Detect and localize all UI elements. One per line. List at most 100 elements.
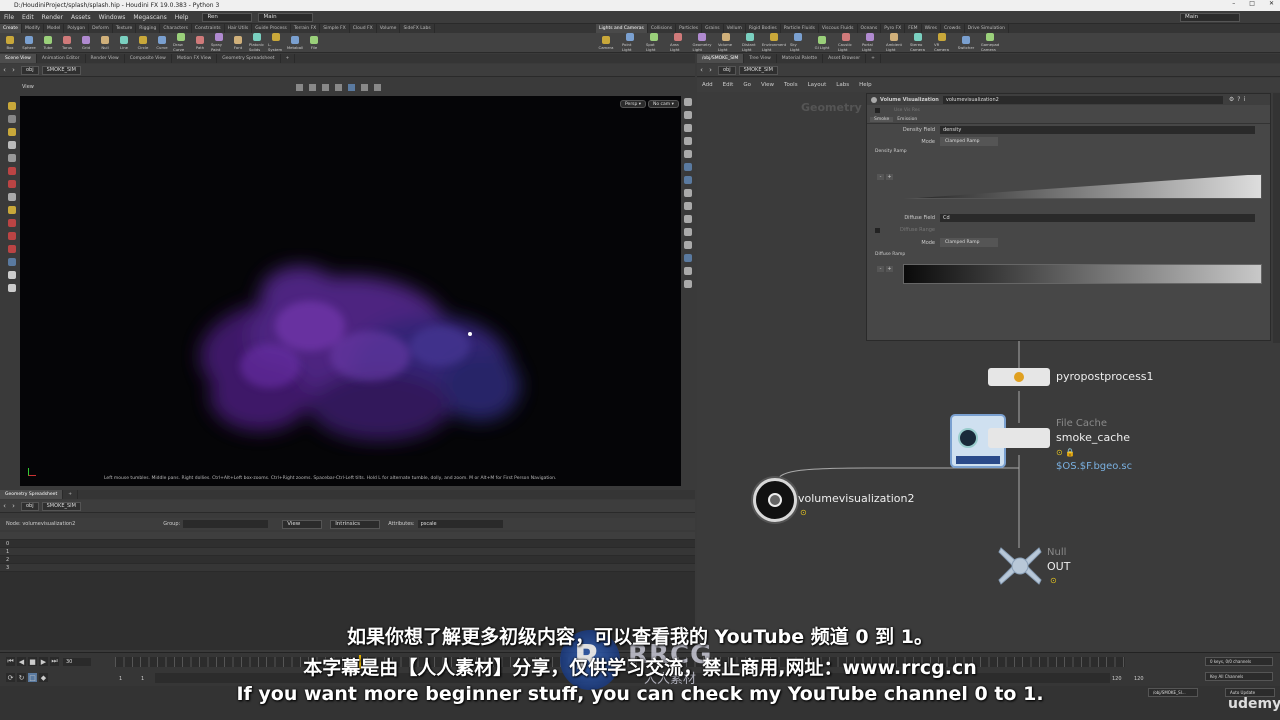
persp-menu[interactable]: Persp ▾: [620, 100, 647, 108]
record-icon[interactable]: [8, 167, 16, 175]
tab-asset-browser[interactable]: Asset Browser: [823, 54, 867, 63]
camera-menu[interactable]: No cam ▾: [648, 100, 679, 108]
tool-platonic-solids[interactable]: Platonic Solids: [249, 33, 265, 52]
shelf-tab-volume[interactable]: Volume: [377, 24, 401, 33]
desktop-select[interactable]: Ren: [202, 12, 253, 22]
view-tool-icon[interactable]: [348, 83, 355, 91]
move-icon[interactable]: [8, 115, 16, 123]
close-button[interactable]: ✕: [1269, 0, 1274, 7]
tool-file[interactable]: File: [306, 35, 322, 50]
menu-windows[interactable]: Windows: [95, 14, 130, 21]
tool-gi-light[interactable]: GI Light: [814, 35, 830, 50]
net-menu-labs[interactable]: Labs: [831, 82, 854, 88]
net-menu-view[interactable]: View: [756, 82, 779, 88]
shelf-tab-modify[interactable]: Modify: [22, 24, 44, 33]
flag-icon[interactable]: ⊙ 🔒: [1056, 448, 1075, 457]
tool-metaball[interactable]: Metaball: [287, 35, 303, 50]
node-pyropostprocess[interactable]: [988, 368, 1050, 386]
tool-path[interactable]: Path: [192, 35, 208, 50]
minimize-button[interactable]: –: [1232, 0, 1235, 7]
primitive-numbers-icon[interactable]: [684, 215, 692, 223]
ghost-icon[interactable]: [684, 163, 692, 171]
tool-portal-light[interactable]: Portal Light: [862, 33, 878, 52]
help-icon[interactable]: ?: [1237, 96, 1240, 103]
tool-tube[interactable]: Tube: [40, 35, 56, 50]
right-desktop-select[interactable]: Main: [1180, 12, 1240, 22]
tool-draw-curve[interactable]: Draw Curve: [173, 33, 189, 52]
add-tab-button-lower[interactable]: +: [63, 490, 78, 499]
bounding-box-icon[interactable]: [684, 280, 692, 288]
tab-render-view[interactable]: Render View: [86, 54, 125, 63]
net-menu-edit[interactable]: Edit: [718, 82, 739, 88]
density-ramp-widget[interactable]: [903, 174, 1262, 199]
ramp2-add-button[interactable]: +: [886, 266, 893, 272]
net-menu-tools[interactable]: Tools: [779, 82, 803, 88]
display-flag-icon[interactable]: ⊙: [800, 508, 807, 517]
eye-icon[interactable]: [8, 271, 16, 279]
brush-icon[interactable]: [8, 193, 16, 201]
tab-material-palette[interactable]: Material Palette: [777, 54, 824, 63]
tab-network[interactable]: /obj/SMOKE_SIM: [697, 54, 745, 63]
select-icon[interactable]: [8, 102, 16, 110]
tool-environment-light[interactable]: Environment Light: [762, 33, 786, 52]
spreadsheet-path-node[interactable]: SMOKE_SIM: [41, 501, 81, 511]
tool-sphere[interactable]: Sphere: [21, 35, 37, 50]
tool-spray-paint[interactable]: Spray Paint: [211, 33, 227, 52]
back-arrow-icon-lower[interactable]: ‹: [0, 502, 9, 511]
display-icon[interactable]: [8, 284, 16, 292]
table-row[interactable]: 1: [0, 548, 695, 556]
scale-tool-icon[interactable]: [335, 83, 342, 91]
path-root[interactable]: obj: [21, 65, 39, 75]
point-numbers-icon[interactable]: [684, 228, 692, 236]
shelf-tab-rigging[interactable]: Rigging: [136, 24, 161, 33]
tool-null[interactable]: Null: [97, 35, 113, 50]
scene-viewport[interactable]: Persp ▾ No cam ▾ Left mouse tumbles. Mid…: [20, 96, 681, 486]
shelf-tab-wires[interactable]: Wires: [922, 24, 942, 33]
shelf-tab-simple-fx[interactable]: Simple FX: [320, 24, 350, 33]
build-select[interactable]: Main: [258, 12, 314, 22]
tool-curve[interactable]: Curve: [154, 35, 170, 50]
gear-icon[interactable]: ⚙: [1229, 96, 1234, 103]
forward-arrow-icon-lower[interactable]: ›: [9, 502, 18, 511]
menu-help[interactable]: Help: [171, 14, 193, 21]
shelf-tab-viscous-fluids[interactable]: Viscous Fluids: [819, 24, 858, 33]
tab-composite-view[interactable]: Composite View: [125, 54, 172, 63]
lock-icon[interactable]: [8, 154, 16, 162]
tab-animation-editor[interactable]: Animation Editor: [37, 54, 86, 63]
net-menu-help[interactable]: Help: [854, 82, 877, 88]
select-tool-icon[interactable]: [296, 83, 303, 91]
shelf-tab-oceans[interactable]: Oceans: [858, 24, 882, 33]
node-volumevisualization[interactable]: [753, 478, 797, 522]
shelf-tab-create[interactable]: Create: [0, 24, 22, 33]
tool-sky-light[interactable]: Sky Light: [790, 33, 806, 52]
tool-font[interactable]: Font: [230, 35, 246, 50]
shelf-tab-rigid-bodies[interactable]: Rigid Bodies: [746, 24, 781, 33]
table-row[interactable]: 2: [0, 556, 695, 564]
display-options-icon[interactable]: [684, 98, 692, 106]
tool-switcher[interactable]: Switcher: [958, 35, 974, 50]
wireframe-icon[interactable]: [684, 111, 692, 119]
menu-file[interactable]: File: [0, 14, 18, 21]
tool-line[interactable]: Line: [116, 35, 132, 50]
transform-tool-icon[interactable]: [309, 83, 316, 91]
forward-arrow-icon[interactable]: ›: [9, 66, 18, 75]
magnet-icon[interactable]: [8, 219, 16, 227]
tool-point-light[interactable]: Point Light: [622, 33, 638, 52]
path-node[interactable]: SMOKE_SIM: [41, 65, 81, 75]
tab-smoke[interactable]: Smoke: [870, 116, 894, 122]
paint-icon[interactable]: [8, 180, 16, 188]
attributes-field[interactable]: pscale: [417, 520, 503, 528]
null-flag-icon[interactable]: ⊙: [1050, 576, 1057, 585]
shelf-tab-sidefx-labs[interactable]: SideFX Labs: [400, 24, 435, 33]
use-vis-res-checkbox[interactable]: [875, 107, 880, 113]
net-path-root[interactable]: obj: [718, 65, 736, 75]
tab-scene-view[interactable]: Scene View: [0, 54, 37, 63]
menu-assets[interactable]: Assets: [67, 14, 95, 21]
node-name-field[interactable]: volumevisualization2: [942, 95, 1223, 104]
shelf-tab-particle-fluids[interactable]: Particle Fluids: [781, 24, 819, 33]
shelf-tab-texture[interactable]: Texture: [113, 24, 137, 33]
shelf-tab-characters[interactable]: Characters: [160, 24, 192, 33]
shelf-tab-fem[interactable]: FEM: [905, 24, 922, 33]
shelf-tab-polygon[interactable]: Polygon: [64, 24, 90, 33]
normals-icon[interactable]: [684, 202, 692, 210]
